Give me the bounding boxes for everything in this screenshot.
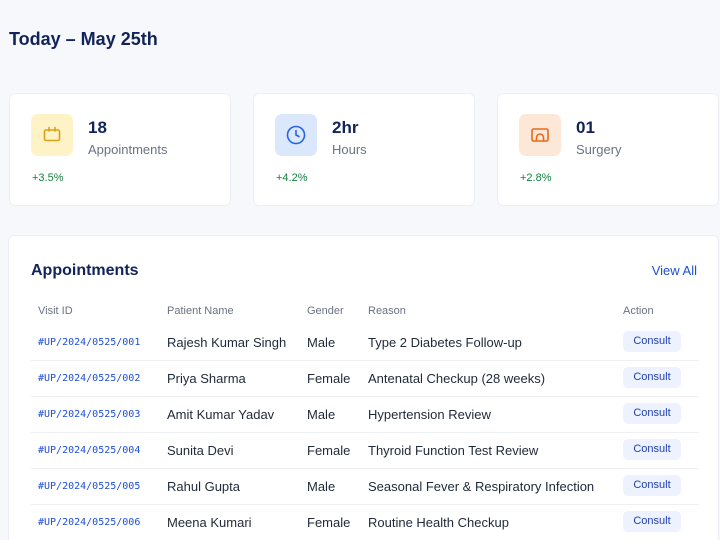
visit-id-cell[interactable]: #UP/2024/0525/003	[38, 397, 140, 433]
reason-cell: Antenatal Checkup (28 weeks)	[368, 371, 546, 386]
stat-value: 2hr	[332, 118, 359, 137]
reason-cell: Hypertension Review	[368, 407, 491, 422]
reason-cell: Thyroid Function Test Review	[368, 443, 539, 458]
consult-button[interactable]: Consult	[623, 475, 681, 496]
table-row: #UP/2024/0525/005 Rahul Gupta Male Seaso…	[31, 469, 699, 505]
consult-button[interactable]: Consult	[623, 331, 681, 352]
gender-cell: Male	[307, 335, 336, 350]
table-row: #UP/2024/0525/006 Meena Kumari Female Ro…	[31, 505, 699, 540]
page-title: Today – May 25th	[9, 29, 158, 49]
patient-name-cell: Rajesh Kumar Singh	[167, 335, 287, 350]
gender-cell: Female	[307, 443, 351, 458]
consult-button[interactable]: Consult	[623, 367, 681, 388]
stat-label: Surgery	[576, 142, 622, 157]
clock-icon	[275, 114, 317, 156]
column-header-patient-name: Patient Name	[167, 305, 234, 317]
visit-id-cell[interactable]: #UP/2024/0525/005	[38, 469, 140, 505]
visit-id-cell[interactable]: #UP/2024/0525/002	[38, 361, 140, 397]
calendar-icon	[31, 114, 73, 156]
table-row: #UP/2024/0525/002 Priya Sharma Female An…	[31, 361, 699, 397]
reason-cell: Type 2 Diabetes Follow-up	[368, 335, 522, 350]
consult-button[interactable]: Consult	[623, 439, 681, 460]
patient-name-cell: Rahul Gupta	[167, 479, 240, 494]
visit-id-cell[interactable]: #UP/2024/0525/004	[38, 433, 140, 469]
view-all-link[interactable]: View All	[652, 263, 697, 278]
reason-cell: Routine Health Checkup	[368, 515, 509, 530]
stat-value: 18	[88, 118, 107, 137]
column-header-gender: Gender	[307, 305, 344, 317]
gender-cell: Female	[307, 371, 351, 386]
patient-name-cell: Priya Sharma	[167, 371, 246, 386]
stat-label: Hours	[332, 142, 367, 157]
stat-change: +2.8%	[520, 172, 552, 184]
surgery-icon	[519, 114, 561, 156]
visit-id-cell[interactable]: #UP/2024/0525/001	[38, 325, 140, 361]
column-header-reason: Reason	[368, 305, 406, 317]
patient-name-cell: Sunita Devi	[167, 443, 234, 458]
visit-id-cell[interactable]: #UP/2024/0525/006	[38, 505, 140, 540]
stat-change: +4.2%	[276, 172, 308, 184]
gender-cell: Male	[307, 479, 336, 494]
stat-label: Appointments	[88, 142, 168, 157]
appointments-title: Appointments	[31, 262, 139, 279]
stat-card-appointments: 18 Appointments +3.5%	[9, 93, 231, 206]
table-row: #UP/2024/0525/003 Amit Kumar Yadav Male …	[31, 397, 699, 433]
patient-name-cell: Amit Kumar Yadav	[167, 407, 275, 422]
appointments-panel: Appointments View All Visit ID Patient N…	[8, 235, 719, 540]
table-row: #UP/2024/0525/001 Rajesh Kumar Singh Mal…	[31, 325, 699, 361]
gender-cell: Male	[307, 407, 336, 422]
consult-button[interactable]: Consult	[623, 403, 681, 424]
patient-name-cell: Meena Kumari	[167, 515, 252, 530]
table-row: #UP/2024/0525/004 Sunita Devi Female Thy…	[31, 433, 699, 469]
stat-value: 01	[576, 118, 595, 137]
reason-cell: Seasonal Fever & Respiratory Infection	[368, 479, 595, 494]
gender-cell: Female	[307, 515, 351, 530]
column-header-visit-id: Visit ID	[38, 305, 73, 317]
stat-card-surgery: 01 Surgery +2.8%	[497, 93, 719, 206]
stat-card-hours: 2hr Hours +4.2%	[253, 93, 475, 206]
dashboard-page: Today – May 25th 18 Appointments +3.5% 2…	[0, 0, 720, 540]
consult-button[interactable]: Consult	[623, 511, 681, 532]
stat-change: +3.5%	[32, 172, 64, 184]
column-header-action: Action	[623, 305, 654, 317]
